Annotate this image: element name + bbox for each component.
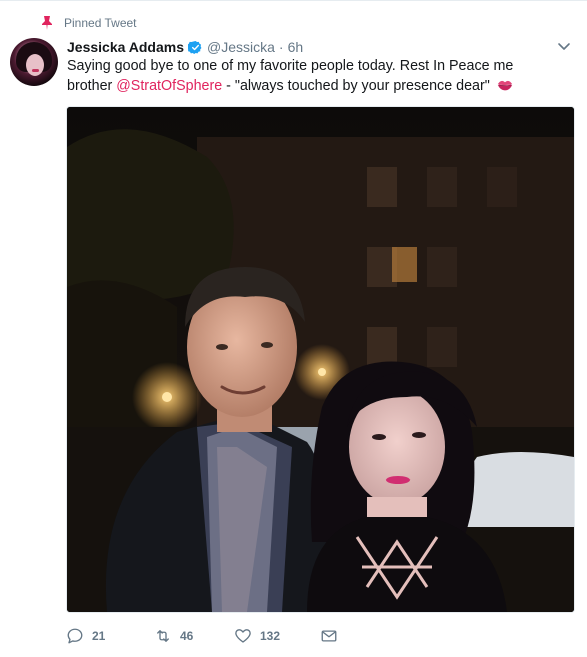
heart-icon (235, 629, 251, 643)
retweet-button[interactable]: 46 (154, 627, 234, 645)
tweet-text: Saying good bye to one of my favorite pe… (67, 56, 537, 96)
envelope-icon (321, 630, 337, 642)
direct-message-button[interactable] (320, 627, 346, 645)
pinned-label: Pinned Tweet (64, 16, 137, 30)
author-handle[interactable]: @Jessicka (207, 39, 275, 55)
mention-link[interactable]: @StratOfSphere (116, 78, 222, 94)
photo-illustration (67, 107, 574, 612)
top-divider (0, 0, 587, 1)
like-button[interactable]: 132 (234, 627, 320, 645)
like-count: 132 (260, 629, 281, 643)
tweet-photo[interactable] (66, 106, 575, 613)
tweet-header: Jessicka Addams @Jessicka · 6h (67, 37, 303, 57)
tweet-timestamp[interactable]: 6h (288, 39, 304, 55)
chevron-down-icon[interactable] (556, 40, 572, 54)
author-name[interactable]: Jessicka Addams (67, 39, 184, 55)
pinned-indicator: Pinned Tweet (40, 13, 137, 33)
tweet-text-after: - "always touched by your presence dear" (222, 78, 490, 94)
kiss-mark-emoji (497, 80, 513, 91)
separator-dot: · (278, 39, 284, 55)
reply-button[interactable]: 21 (66, 627, 154, 645)
pin-icon (42, 16, 52, 30)
verified-badge-icon (188, 40, 202, 54)
reply-count: 21 (92, 629, 106, 643)
tweet-actions: 21 46 132 (66, 625, 346, 647)
retweet-count: 46 (180, 629, 194, 643)
retweet-icon (157, 630, 169, 642)
reply-icon (67, 628, 83, 644)
avatar[interactable] (10, 38, 58, 86)
